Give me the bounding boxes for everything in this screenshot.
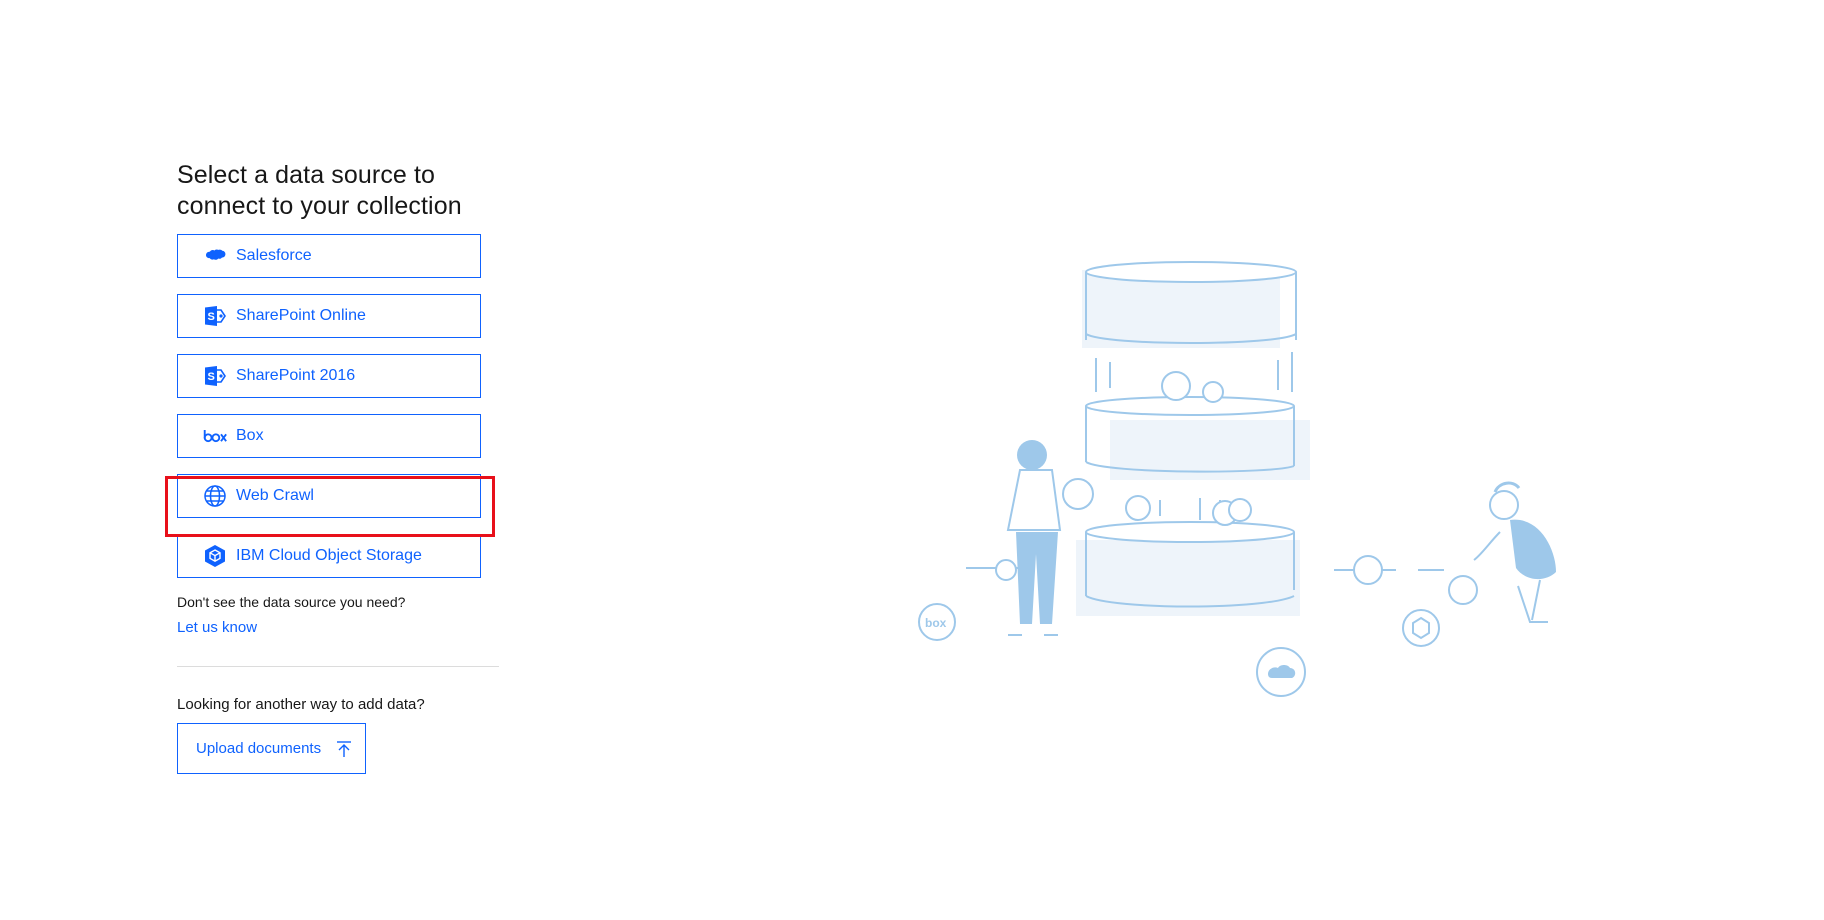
- sharepoint-badge: [995, 559, 1017, 581]
- web-crawl-button[interactable]: Web Crawl: [177, 474, 481, 518]
- ibm-cloud-object-storage-label: IBM Cloud Object Storage: [236, 547, 422, 564]
- svg-text:S: S: [208, 371, 215, 383]
- page-title: Select a data source to connect to your …: [177, 160, 497, 222]
- database-bottom-tier: [1076, 498, 1300, 616]
- upload-documents-button[interactable]: Upload documents: [177, 723, 366, 774]
- database-middle-tier: [1085, 352, 1310, 480]
- box-badge: box: [918, 603, 956, 641]
- salesforce-badge: [1256, 647, 1306, 697]
- data-source-panel: Select a data source to connect to your …: [177, 160, 499, 774]
- page-title-line-1: Select a data source to: [177, 161, 436, 189]
- box-icon: [202, 423, 228, 449]
- cube-badge: [1402, 609, 1440, 647]
- let-us-know-link[interactable]: Let us know: [177, 619, 257, 636]
- svg-text:box: box: [925, 616, 947, 630]
- sharepoint-online-label: SharePoint Online: [236, 307, 366, 324]
- salesforce-icon: [202, 243, 228, 269]
- upload-documents-label: Upload documents: [196, 740, 322, 757]
- sharepoint-icon: S: [202, 303, 228, 329]
- sharepoint-icon: S: [202, 363, 228, 389]
- web-crawl-label: Web Crawl: [236, 487, 314, 504]
- cube-icon: [202, 543, 228, 569]
- svg-text:S: S: [208, 311, 215, 323]
- sharepoint-2016-label: SharePoint 2016: [236, 367, 356, 384]
- divider: [177, 666, 499, 667]
- box-label: Box: [236, 427, 264, 444]
- salesforce-button[interactable]: Salesforce: [177, 234, 481, 278]
- page-title-line-2: connect to your collection: [177, 192, 462, 220]
- another-way-text: Looking for another way to add data?: [177, 696, 425, 713]
- crouching-person-figure: [1448, 481, 1556, 623]
- missing-source-text: Don't see the data source you need?: [177, 594, 406, 610]
- sharepoint-2016-button[interactable]: S SharePoint 2016: [177, 354, 481, 398]
- sharepoint-online-button[interactable]: S SharePoint Online: [177, 294, 481, 338]
- box-button[interactable]: Box: [177, 414, 481, 458]
- data-sources-illustration: box: [918, 261, 1556, 697]
- globe-icon: [202, 483, 228, 509]
- upload-arrow-icon: [337, 740, 352, 757]
- salesforce-label: Salesforce: [236, 247, 312, 264]
- ibm-cloud-object-storage-button[interactable]: IBM Cloud Object Storage: [177, 534, 481, 578]
- database-top-tier: [1082, 261, 1297, 348]
